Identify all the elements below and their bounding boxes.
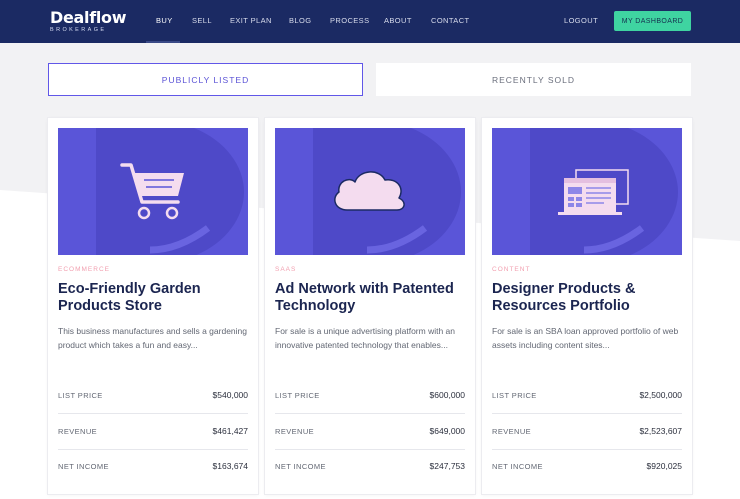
list-price-row: LIST PRICE $540,000 — [58, 377, 248, 413]
net-income-value: $247,753 — [429, 461, 465, 471]
listing-title[interactable]: Eco-Friendly Garden Products Store — [58, 281, 253, 315]
listing-card[interactable]: SAAS Ad Network with Patented Technology… — [265, 118, 475, 494]
listing-image — [58, 128, 248, 255]
list-price-value: $600,000 — [429, 390, 465, 400]
list-price-row: LIST PRICE $2,500,000 — [492, 377, 682, 413]
revenue-row: REVENUE $2,523,607 — [492, 413, 682, 449]
nav-link-contact[interactable]: CONTACT — [431, 16, 470, 25]
listing-image — [275, 128, 465, 255]
my-dashboard-button[interactable]: MY DASHBOARD — [614, 11, 691, 31]
net-income-row: NET INCOME $247,753 — [275, 448, 465, 484]
revenue-label: REVENUE — [58, 426, 98, 436]
list-price-value: $2,500,000 — [639, 390, 682, 400]
listing-image — [492, 128, 682, 255]
dealflow-logo[interactable]: Dealflow BROKERAGE — [50, 8, 127, 34]
listing-description: For sale is an SBA loan approved portfol… — [492, 326, 679, 350]
revenue-value: $649,000 — [429, 426, 465, 436]
revenue-row: REVENUE $461,427 — [58, 413, 248, 449]
list-price-value: $540,000 — [212, 390, 248, 400]
listing-category: ECOMMERCE — [58, 266, 110, 273]
revenue-label: REVENUE — [492, 426, 532, 436]
listing-title[interactable]: Designer Products & Resources Portfolio — [492, 281, 687, 315]
nav-link-exit-plan[interactable]: EXIT PLAN — [230, 16, 272, 25]
listing-category: CONTENT — [492, 266, 531, 273]
listing-description: For sale is a unique advertising platfor… — [275, 326, 456, 350]
revenue-label: REVENUE — [275, 426, 315, 436]
listing-title[interactable]: Ad Network with Patented Technology — [275, 281, 470, 315]
logout-link[interactable]: LOGOUT — [564, 16, 598, 25]
web-content-icon — [558, 169, 629, 215]
net-income-value: $163,674 — [212, 461, 248, 471]
nav-link-buy[interactable]: BUY — [156, 16, 173, 25]
nav-active-indicator — [146, 41, 180, 43]
nav-link-blog[interactable]: BLOG — [289, 16, 311, 25]
net-income-row: NET INCOME $920,025 — [492, 448, 682, 484]
logo-text: Dealflow — [50, 8, 127, 27]
list-price-label: LIST PRICE — [492, 390, 537, 400]
net-income-value: $920,025 — [646, 461, 682, 471]
top-navbar: Dealflow BROKERAGE BUY SELL EXIT PLAN BL… — [0, 0, 740, 43]
nav-link-process[interactable]: PROCESS — [330, 16, 369, 25]
tab-recently-sold[interactable]: RECENTLY SOLD — [376, 63, 691, 96]
listing-category: SAAS — [275, 266, 297, 273]
list-price-label: LIST PRICE — [58, 390, 103, 400]
net-income-row: NET INCOME $163,674 — [58, 448, 248, 484]
revenue-value: $2,523,607 — [639, 426, 682, 436]
listing-description: This business manufactures and sells a g… — [58, 326, 247, 350]
nav-link-about[interactable]: ABOUT — [384, 16, 412, 25]
net-income-label: NET INCOME — [58, 461, 109, 471]
shopping-cart-icon — [120, 163, 184, 220]
list-price-label: LIST PRICE — [275, 390, 320, 400]
net-income-label: NET INCOME — [275, 461, 326, 471]
net-income-label: NET INCOME — [492, 461, 543, 471]
list-price-row: LIST PRICE $600,000 — [275, 377, 465, 413]
listing-card[interactable]: CONTENT Designer Products & Resources Po… — [482, 118, 692, 494]
revenue-value: $461,427 — [212, 426, 248, 436]
nav-link-sell[interactable]: SELL — [192, 16, 212, 25]
logo-subtext: BROKERAGE — [50, 27, 107, 33]
tab-publicly-listed[interactable]: PUBLICLY LISTED — [48, 63, 363, 96]
listing-card[interactable]: ECOMMERCE Eco-Friendly Garden Products S… — [48, 118, 258, 494]
revenue-row: REVENUE $649,000 — [275, 413, 465, 449]
cloud-icon — [334, 171, 405, 211]
